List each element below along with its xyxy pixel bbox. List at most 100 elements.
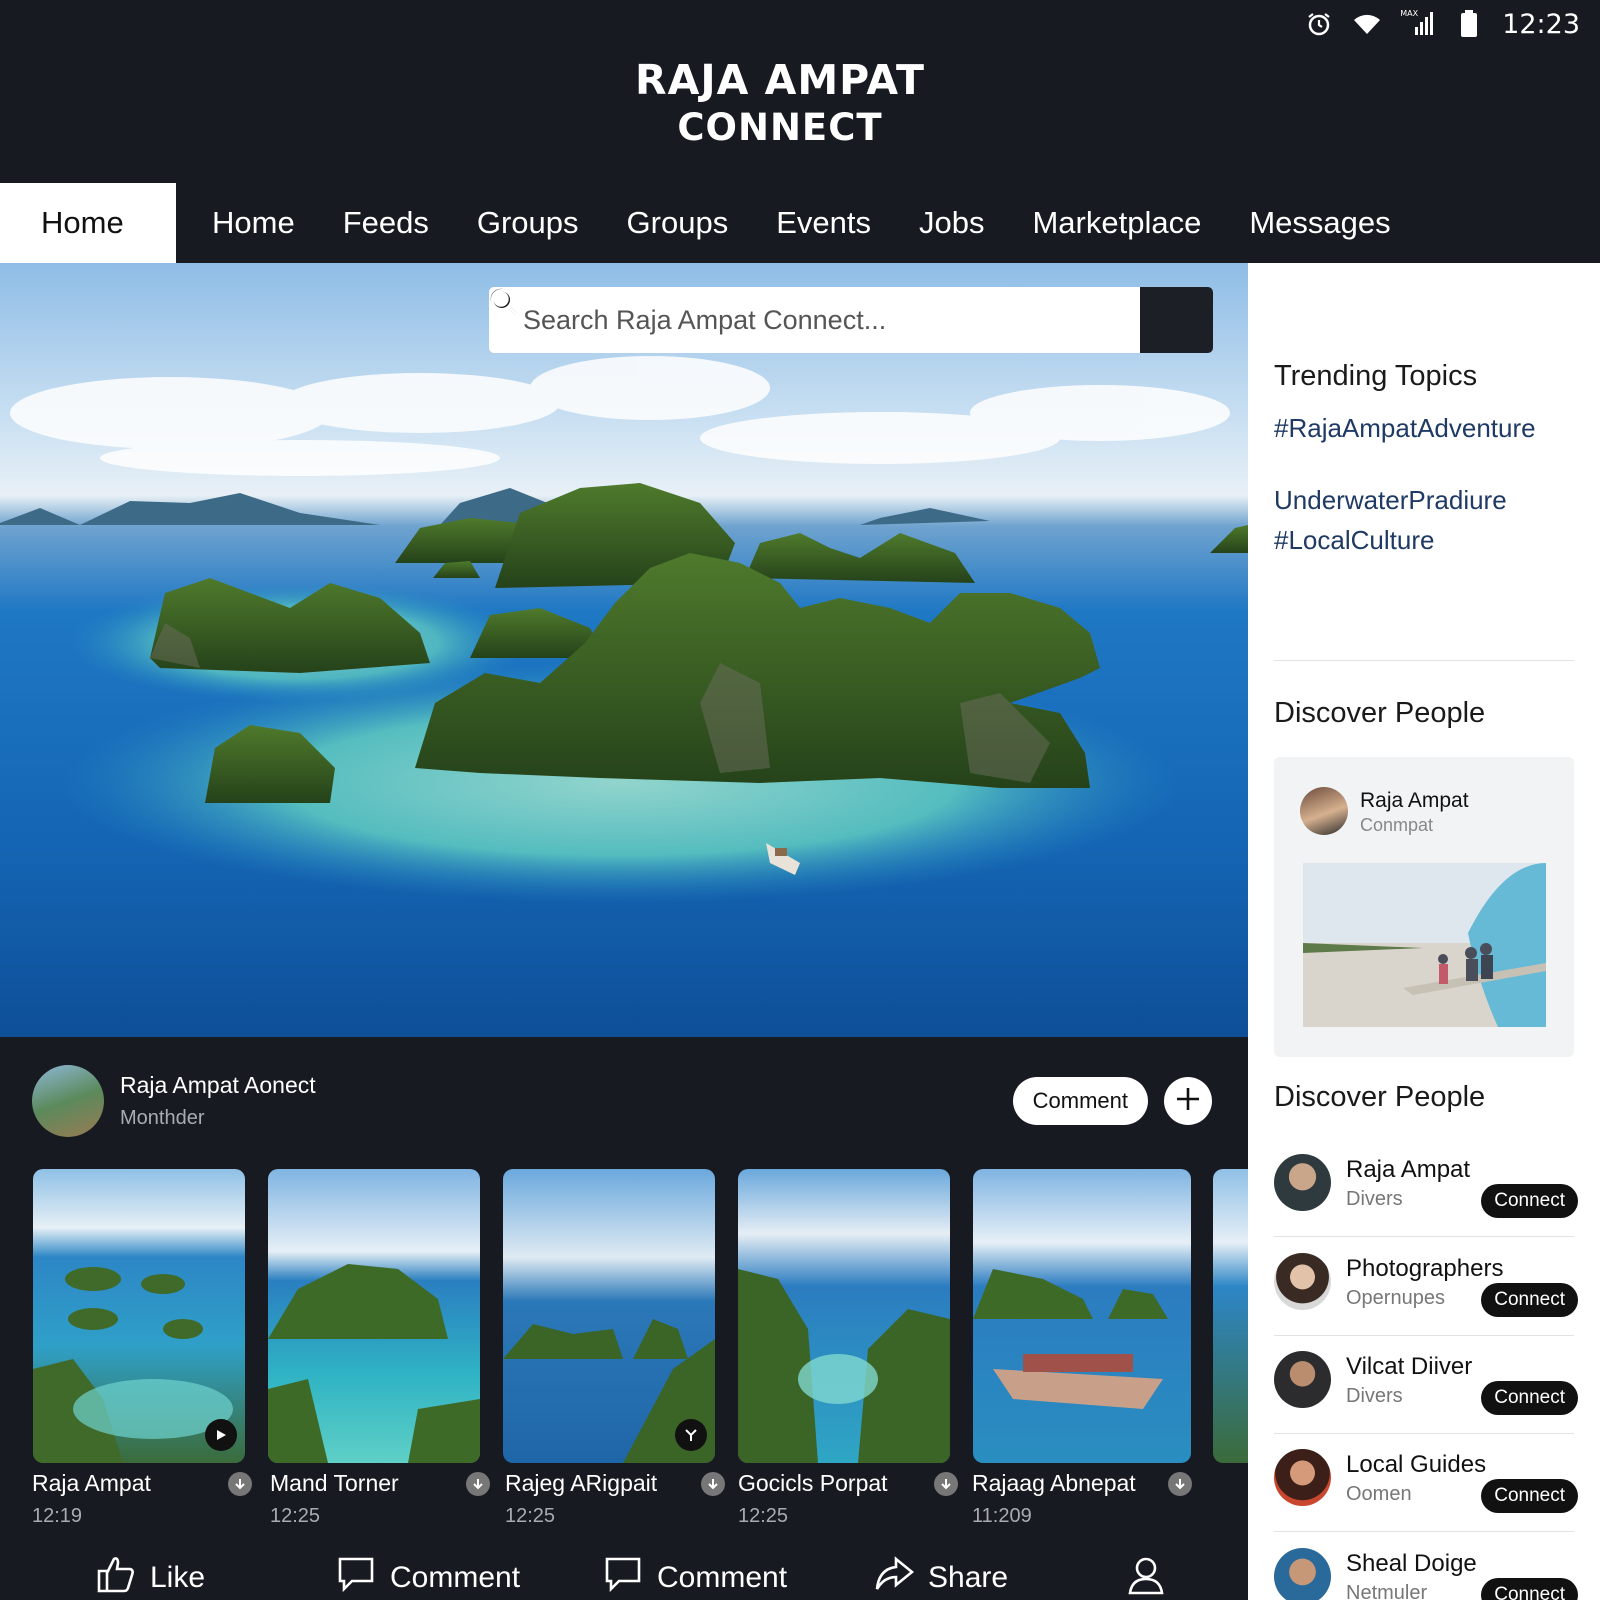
share-button[interactable]: Share xyxy=(874,1555,1008,1600)
search-button[interactable] xyxy=(490,287,1213,353)
person-row[interactable]: Photographers Opernupes Connect xyxy=(1274,1253,1578,1351)
thumbnail-title[interactable]: Mand Torner xyxy=(270,1470,399,1497)
share-icon xyxy=(874,1555,915,1600)
tab-events[interactable]: Events xyxy=(752,183,895,263)
thumbnail-title[interactable]: Raja Ampat xyxy=(32,1470,151,1497)
like-button[interactable]: Like xyxy=(96,1555,205,1600)
avatar[interactable] xyxy=(1274,1548,1331,1600)
person-row[interactable]: Sheal Doige Netmuler Connect xyxy=(1274,1548,1578,1600)
tab-messages[interactable]: Messages xyxy=(1225,183,1414,263)
thumbnail-caption: Raja Ampat 12:19 xyxy=(32,1470,262,1528)
person-name[interactable]: Photographers xyxy=(1346,1255,1503,1283)
battery-icon xyxy=(1454,9,1484,39)
featured-person-photo[interactable] xyxy=(1303,863,1546,1027)
avatar[interactable] xyxy=(1274,1449,1331,1506)
play-icon[interactable] xyxy=(205,1419,237,1451)
connect-button[interactable]: Connect xyxy=(1481,1381,1578,1415)
avatar[interactable] xyxy=(1274,1253,1331,1310)
trending-topic[interactable]: #LocalCulture xyxy=(1274,525,1434,556)
connect-button[interactable]: Connect xyxy=(1481,1283,1578,1317)
thumbnail-caption: Mand Torner 12:25 xyxy=(270,1470,500,1528)
thumbnail-time: 12:19 xyxy=(32,1505,83,1527)
post-author-avatar[interactable] xyxy=(32,1065,104,1137)
comment-label: Comment xyxy=(390,1561,521,1594)
tab-jobs[interactable]: Jobs xyxy=(895,183,1008,263)
download-icon[interactable] xyxy=(934,1471,958,1496)
avatar[interactable] xyxy=(1274,1351,1331,1408)
row-divider xyxy=(1274,1335,1574,1336)
post-author-name[interactable]: Raja Ampat Aonect xyxy=(120,1072,316,1099)
thumbnail-card[interactable] xyxy=(503,1169,715,1463)
person-row[interactable]: Local Guides Oomen Connect xyxy=(1274,1449,1578,1547)
app-title: RAJA AMPAT CONNECT xyxy=(0,56,1560,152)
comment-action-button-2[interactable]: Comment xyxy=(603,1555,787,1600)
connect-button[interactable]: Connect xyxy=(1481,1578,1578,1600)
trending-topic[interactable]: #RajaAmpatAdventure xyxy=(1274,413,1536,444)
featured-person-card[interactable]: Raja Ampat Conmpat xyxy=(1274,757,1574,1057)
person-name[interactable]: Sheal Doige xyxy=(1346,1550,1477,1578)
tool-icon[interactable] xyxy=(675,1419,707,1451)
tab-marketplace[interactable]: Marketplace xyxy=(1008,183,1225,263)
discover-heading-2: Discover People xyxy=(1274,1081,1486,1113)
thumbnail-card[interactable] xyxy=(268,1169,480,1463)
wifi-icon xyxy=(1352,9,1382,39)
trending-topic[interactable]: UnderwaterPradiure xyxy=(1274,485,1507,516)
thumbnail-card[interactable] xyxy=(33,1169,245,1463)
featured-person-name[interactable]: Raja Ampat xyxy=(1360,789,1469,813)
trending-heading: Trending Topics xyxy=(1274,360,1478,392)
person-name[interactable]: Local Guides xyxy=(1346,1451,1486,1479)
thumbnail-title[interactable]: Gocicls Porpat xyxy=(738,1470,888,1497)
person-row[interactable]: Vilcat Diiver Divers Connect xyxy=(1274,1351,1578,1449)
app-title-line1: RAJA AMPAT xyxy=(635,56,925,104)
search-field xyxy=(489,287,1140,353)
comment-action-button[interactable]: Comment xyxy=(336,1555,520,1600)
tab-feeds[interactable]: Feeds xyxy=(319,183,453,263)
tab-groups[interactable]: Groups xyxy=(453,183,603,263)
thumbnail-time: 12:25 xyxy=(505,1505,556,1527)
avatar[interactable] xyxy=(1300,787,1348,835)
connect-button[interactable]: Connect xyxy=(1481,1184,1578,1218)
comment-button[interactable]: Comment xyxy=(1012,1077,1148,1125)
thumbnail-captions: Raja Ampat 12:19 Mand Torner 12:25 Rajeg… xyxy=(0,1470,1248,1540)
tab-home-active[interactable]: Home xyxy=(0,183,176,263)
post-header: Raja Ampat Aonect Monthder Comment xyxy=(32,1063,1212,1139)
app-root: MAX 12:23 RAJA AMPAT CONNECT Home Home F… xyxy=(0,0,1600,1600)
thumbnail-title[interactable]: Rajeg ARigpait xyxy=(505,1470,657,1497)
thumbnail-caption: Gocicls Porpat 12:25 xyxy=(738,1470,968,1528)
thumbnail-caption: Rajaag Abnepat 11:209 xyxy=(972,1470,1202,1528)
thumbnail-strip xyxy=(33,1169,1248,1479)
hero-image xyxy=(0,263,1248,1037)
app-title-line2: CONNECT xyxy=(677,106,883,149)
profile-button[interactable] xyxy=(1126,1555,1166,1600)
person-role: Netmuler xyxy=(1346,1582,1428,1600)
tab-groups-2[interactable]: Groups xyxy=(603,183,753,263)
post-action-bar: Like Comment Comment Share xyxy=(0,1545,1248,1600)
main-nav: Home Home Feeds Groups Groups Events Job… xyxy=(0,183,1600,263)
tab-home[interactable]: Home xyxy=(176,183,319,263)
person-name[interactable]: Vilcat Diiver xyxy=(1346,1353,1472,1381)
thumbnail-time: 11:209 xyxy=(972,1505,1032,1527)
download-icon[interactable] xyxy=(1168,1471,1192,1496)
thumbnail-card-partial[interactable] xyxy=(1213,1169,1248,1463)
add-button[interactable] xyxy=(1164,1077,1212,1125)
row-divider xyxy=(1274,1236,1574,1237)
person-name[interactable]: Raja Ampat xyxy=(1346,1156,1470,1184)
thumbnail-time: 12:25 xyxy=(270,1505,321,1527)
person-role: Opernupes xyxy=(1346,1287,1445,1309)
download-icon[interactable] xyxy=(701,1471,725,1496)
person-role: Divers xyxy=(1346,1188,1403,1210)
signal-icon: MAX xyxy=(1400,9,1436,39)
thumbnail-title[interactable]: Rajaag Abnepat xyxy=(972,1470,1136,1497)
download-icon[interactable] xyxy=(228,1471,252,1496)
person-row[interactable]: Raja Ampat Divers Connect xyxy=(1274,1154,1578,1252)
clock: 12:23 xyxy=(1502,8,1580,40)
thumbnail-card[interactable] xyxy=(738,1169,950,1463)
hero-landscape xyxy=(0,356,1248,903)
search-input[interactable] xyxy=(523,304,1083,336)
person-role: Divers xyxy=(1346,1385,1403,1407)
thumbnail-card[interactable] xyxy=(973,1169,1191,1463)
plus-icon xyxy=(1175,1086,1201,1117)
connect-button[interactable]: Connect xyxy=(1481,1479,1578,1513)
download-icon[interactable] xyxy=(466,1471,490,1496)
avatar[interactable] xyxy=(1274,1154,1331,1211)
